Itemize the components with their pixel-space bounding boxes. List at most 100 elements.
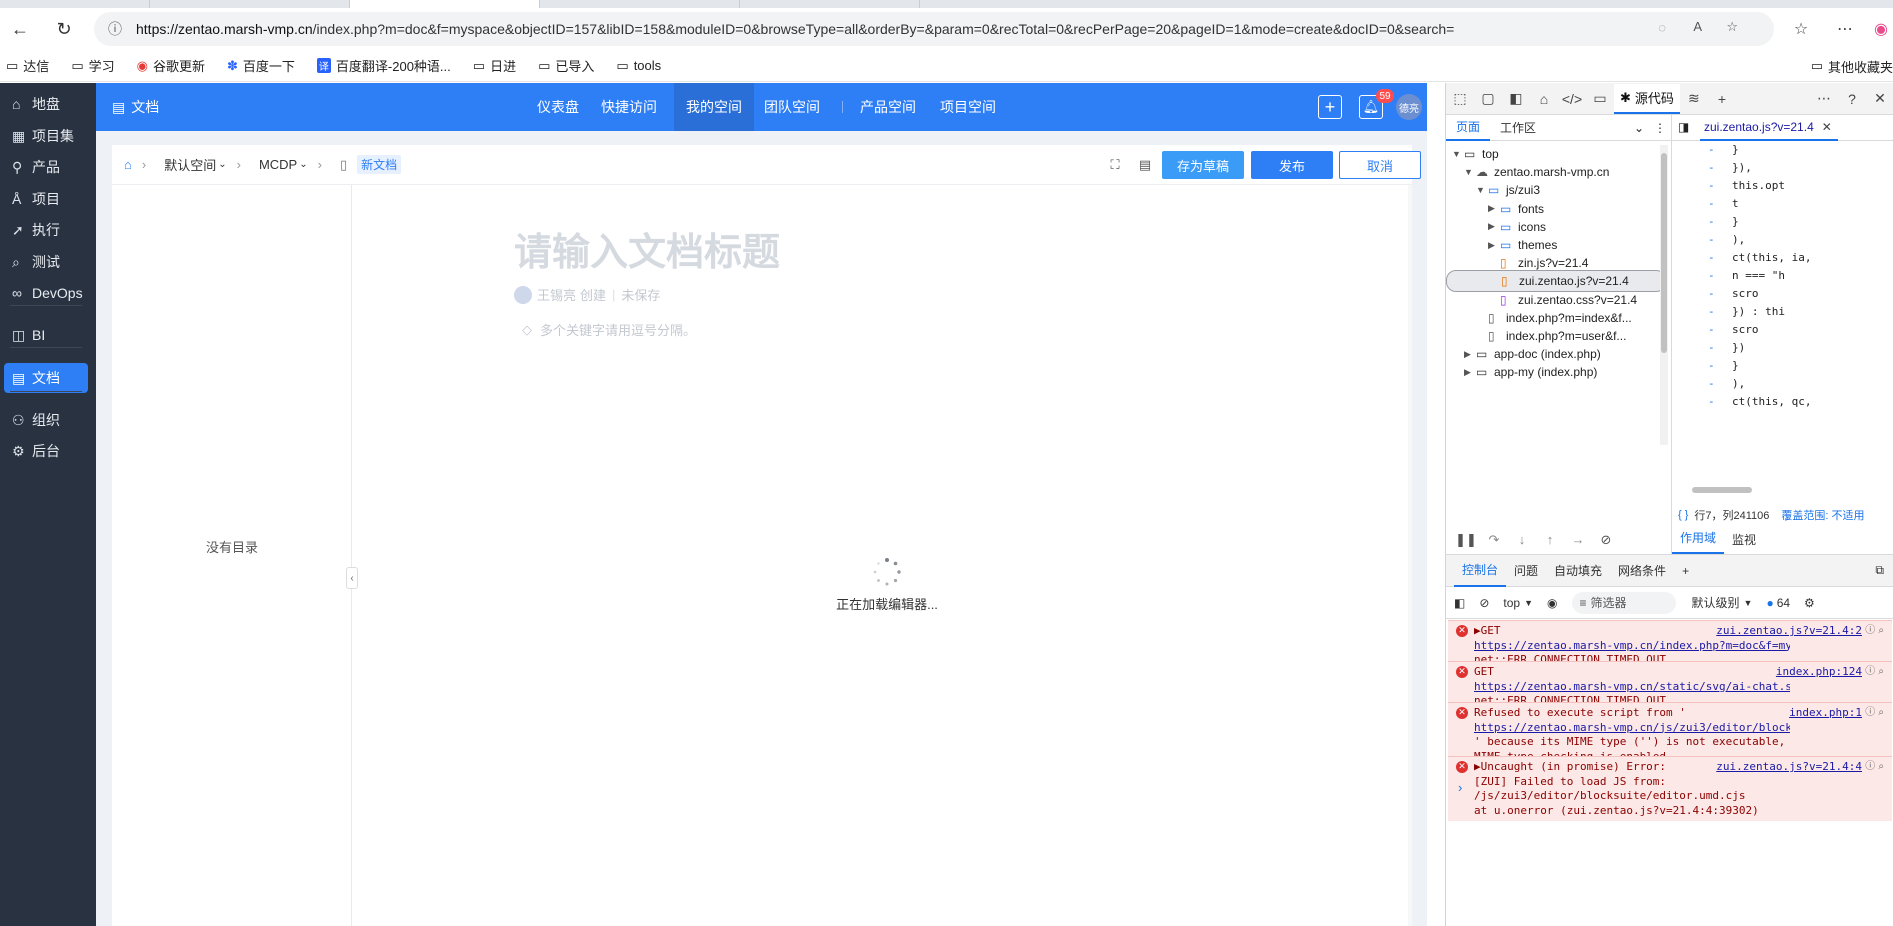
bookmark-item[interactable]: ▭ 学习 [71,56,114,75]
file-tab[interactable]: zui.zentao.js?v=21.4 ✕ [1700,115,1838,141]
sidebar-item-home[interactable]: ⌂ 地盘 [4,89,88,119]
sidebar-item-execution[interactable]: ➚ 执行 [4,215,88,245]
console-source-link[interactable]: index.php:1 [1789,706,1862,721]
bookmark-item[interactable]: ▭ 已导入 [538,56,594,75]
reload-button[interactable]: ↻ [48,13,80,45]
bookmark-item[interactable]: ▭ 达信 [6,56,49,75]
sidebar-item-devops[interactable]: ∞ DevOps [4,278,88,308]
collapse-toc-handle[interactable]: ‹ [346,567,358,589]
inspect-icon[interactable]: ⬚ [1446,85,1474,113]
tab-issues[interactable]: 问题 [1506,555,1546,587]
network-icon[interactable]: ≋ [1680,85,1708,113]
code-line[interactable]: - }) : thi [1672,305,1893,323]
code-line[interactable]: - this.opt [1672,179,1893,197]
console-prompt[interactable]: › [1458,780,1462,795]
bookmark-item[interactable]: ◉ 谷歌更新 [137,56,205,75]
tab-scope[interactable]: 作用域 [1672,529,1725,554]
tab-autofill[interactable]: 自动填充 [1546,555,1610,587]
issues-counter[interactable]: ● 64 [1766,596,1790,610]
more-icon[interactable]: ⋮ [1654,121,1672,135]
console-source-link[interactable]: index.php:124 [1776,665,1862,680]
more-menu-icon[interactable]: ⋯ [1828,12,1862,46]
sidebar-item-admin[interactable]: ⚙ 后台 [4,436,88,466]
tab-network-conditions[interactable]: 网络条件 [1610,555,1674,587]
chevron-right-icon[interactable]: ▶ [1488,221,1500,232]
url-bar[interactable]: ⓘ https://zentao.marsh-vmp.cn/index.php?… [94,12,1774,46]
step-out-icon[interactable]: ↑ [1536,532,1564,547]
code-line[interactable]: - n === "h [1672,269,1893,287]
more-tools-icon[interactable]: ⋯ [1810,85,1838,113]
publish-button[interactable]: 发布 [1251,151,1333,179]
dock-icon[interactable]: ⧉ [1875,563,1893,578]
tab-my-space[interactable]: 我的空间 [674,83,754,131]
step-icon[interactable]: → [1564,532,1592,547]
copilot-icon[interactable]: ◉ [1864,12,1893,46]
browser-tab[interactable] [740,0,920,8]
pause-icon[interactable]: ❚❚ [1452,532,1480,548]
tab-dashboard[interactable]: 仪表盘 [532,83,584,131]
scrollbar[interactable] [1660,145,1668,445]
console-icon[interactable]: ▭ [1586,85,1614,113]
elements-icon[interactable]: </> [1558,85,1586,113]
tab-watch[interactable]: 监视 [1724,531,1764,554]
sidebar-item-test[interactable]: ⌕ 测试 [4,247,88,277]
sidebar-toggle-icon[interactable]: ◧ [1502,85,1530,113]
console-message-line[interactable]: https://zentao.marsh-vmp.cn/static/svg/a… [1474,680,1790,695]
save-draft-button[interactable]: 存为草稿 [1162,151,1244,179]
close-icon[interactable]: ✕ [1822,120,1832,134]
app-brand[interactable]: ▤ 文档 [112,83,159,131]
doc-title-input[interactable]: 请输入文档标题 [514,221,780,276]
settings-icon[interactable]: ⚙ [1804,596,1815,610]
clear-console-icon[interactable]: ⊘ [1479,596,1489,610]
pretty-print-icon[interactable]: { } [1678,509,1688,521]
home-icon[interactable]: ⌂ [124,157,132,172]
breadcrumb-lib[interactable]: MCDP ⌄ [259,157,308,172]
add-tab-icon[interactable]: + [1674,555,1697,587]
tab-sources[interactable]: ✱ 源代码 [1614,83,1680,114]
code-line[interactable]: - }) [1672,341,1893,359]
tab-product-space[interactable]: 产品空间 [852,83,924,131]
console-message-line[interactable]: https://zentao.marsh-vmp.cn/index.php?m=… [1474,639,1790,654]
site-info-icon[interactable]: ⓘ [108,19,128,39]
back-button[interactable]: ← [4,13,36,45]
message-info-icon[interactable]: ⓘ ⌕ [1865,624,1884,639]
browser-tab[interactable] [540,0,740,8]
bookmark-item[interactable]: 译百度翻译-200种语... [316,56,451,75]
tab-project-space[interactable]: 项目空间 [932,83,1004,131]
filter-input[interactable]: ≡ 筛选器 [1571,591,1676,614]
message-info-icon[interactable]: ⓘ ⌕ [1865,760,1884,775]
console-source-link[interactable]: zui.zentao.js?v=21.4:2 [1716,624,1862,639]
code-line[interactable]: - } [1672,359,1893,377]
code-line[interactable]: - ), [1672,233,1893,251]
create-button[interactable]: + [1318,95,1342,119]
bookmark-item[interactable]: ✽ 百度一下 [227,56,295,75]
console-message-line[interactable]: https://zentao.marsh-vmp.cn/js/zui3/edit… [1474,721,1790,736]
bookmark-item[interactable]: ▭ 日进 [473,56,516,75]
step-into-icon[interactable]: ↓ [1508,532,1536,547]
outline-icon[interactable]: ▤ [1136,156,1154,174]
code-line[interactable]: - } [1672,143,1893,161]
bookmark-item[interactable]: ▭ tools [616,58,661,74]
chevron-right-icon[interactable]: ▶ [1464,349,1476,360]
sidebar-item-project[interactable]: Å 项目 [4,184,88,214]
code-line[interactable]: - ct(this, qc, [1672,395,1893,413]
tab-quick-access[interactable]: 快捷访问 [594,83,664,131]
console-sidebar-icon[interactable]: ◧ [1454,596,1465,610]
fullscreen-icon[interactable]: ⛶ [1106,156,1124,174]
tab-team-space[interactable]: 团队空间 [756,83,828,131]
read-aloud-icon[interactable]: A [1693,19,1702,34]
sidebar-item-programs[interactable]: ▦ 项目集 [4,121,88,151]
log-level-select[interactable]: 默认级别 ▼ [1692,594,1753,611]
tab-page[interactable]: 页面 [1446,115,1491,141]
close-icon[interactable]: ✕ [1866,85,1893,113]
sidebar-item-org[interactable]: ⚇ 组织 [4,405,88,435]
sidebar-item-bi[interactable]: ◫ BI [4,320,88,350]
deactivate-breakpoints-icon[interactable]: ⊘ [1592,532,1620,548]
welcome-icon[interactable]: ⌂ [1530,85,1558,113]
tree-item[interactable]: ▶ ▭ app-my (index.php) [1446,361,1666,383]
sidebar-item-product[interactable]: ⚲ 产品 [4,152,88,182]
browser-tab[interactable] [0,0,150,8]
chevron-down-icon[interactable]: ⌄ [1634,121,1654,135]
code-line[interactable]: - scro [1672,323,1893,341]
tab-console[interactable]: 控制台 [1454,555,1507,587]
